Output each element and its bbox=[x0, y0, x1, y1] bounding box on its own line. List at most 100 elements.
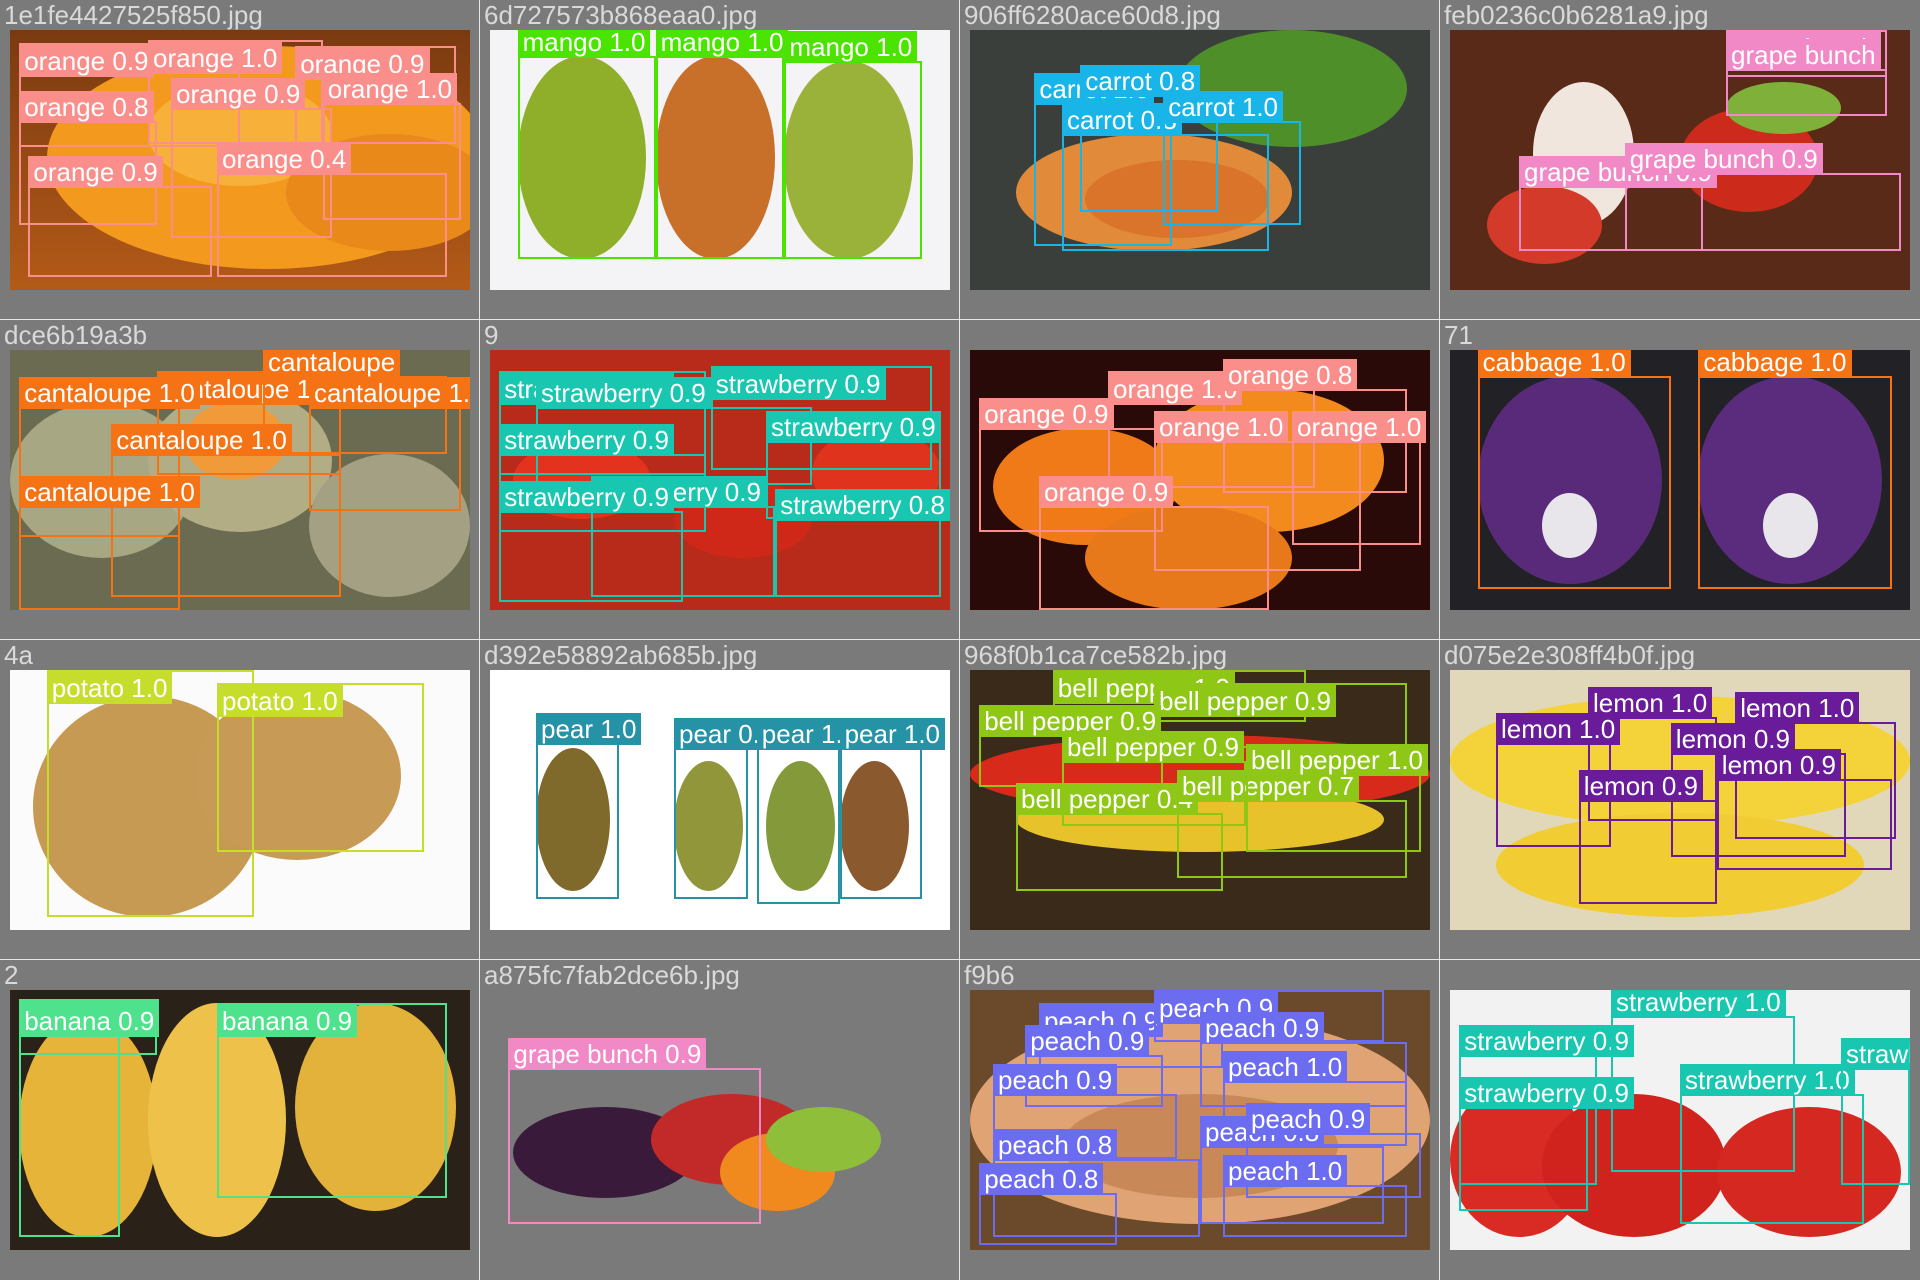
detection-label: peach 1.0 bbox=[1223, 1155, 1348, 1187]
mosaic-tile: 6d727573b868eaa0.jpg mango 1.0 mango 1.0 ma… bbox=[479, 0, 961, 321]
detection-box: banana 0.9 bbox=[217, 1003, 447, 1198]
tile-filename: f9b6 bbox=[964, 960, 1015, 990]
tile-filename: 906ff6280ace60d8.jpg bbox=[964, 0, 1221, 30]
mosaic-tile: 2banana 0.3banana 0.9banana 0.9 bbox=[0, 959, 481, 1280]
detection-label: mango 1.0 bbox=[517, 30, 651, 58]
tile-filename: 6d727573b868eaa0.jpg bbox=[484, 0, 758, 30]
detection-box: pear 1.0 bbox=[536, 712, 642, 899]
tile-filename: 9 bbox=[484, 320, 499, 350]
tile-photo: pear 1.0 pear 0.9 pear 1.0 pear 1.0 bbox=[490, 670, 950, 930]
tile-photo: strawberry 0.8 strawberry 0.9 strawberry 0… bbox=[490, 350, 950, 610]
detection-box: lemon 0.9 bbox=[1578, 770, 1717, 904]
detection-box: strawberry 0.8 bbox=[775, 489, 950, 597]
detection-label: bell pepper 0.4 bbox=[1016, 783, 1199, 815]
tile-filename: 4a bbox=[4, 640, 33, 670]
tile-filename: d392e58892ab685b.jpg bbox=[484, 640, 758, 670]
detection-label: cantaloupe 1.0 bbox=[19, 377, 200, 410]
detection-box: lemon 0.9 bbox=[1716, 749, 1892, 871]
detection-box: peach 1.0 bbox=[1223, 1155, 1407, 1237]
detection-label: potato 1.0 bbox=[217, 685, 343, 717]
tile-photo: cabbage 1.0 cabbage 1.0 bbox=[1450, 350, 1910, 610]
detection-label: grape bunch 0.9 bbox=[1624, 143, 1823, 175]
detection-label: lemon 0.9 bbox=[1578, 770, 1703, 802]
detection-label: orange 1.0 bbox=[1154, 411, 1289, 443]
tile-photo: orange 0.9 orange 1.0 orange 0.9 orange 0.8… bbox=[10, 30, 470, 290]
detection-label: mango 1.0 bbox=[655, 30, 789, 58]
detection-box: mango 1.0 bbox=[655, 30, 789, 259]
detection-box: cabbage 1.0 bbox=[1477, 350, 1671, 590]
detection-label: banana 0.9 bbox=[19, 1005, 160, 1037]
detection-label: peach 0.8 bbox=[979, 1162, 1104, 1195]
tile-filename: a875fc7fab2dce6b.jpg bbox=[484, 960, 740, 990]
detection-label: pear 1.0 bbox=[536, 712, 642, 745]
detection-label: carrot 1.0 bbox=[1163, 91, 1284, 123]
detection-box: pear 1.0 bbox=[756, 718, 863, 904]
detection-label: peach 0.9 bbox=[1246, 1103, 1371, 1135]
detection-box: grape bunch 0.9 bbox=[508, 1038, 762, 1224]
tile-filename: feb0236c0b6281a9.jpg bbox=[1444, 0, 1709, 30]
detection-label: peach 0.9 bbox=[1200, 1012, 1325, 1044]
detection-label: orange 0.9 bbox=[28, 156, 163, 188]
detection-box: orange 0.4 bbox=[217, 143, 447, 277]
detection-label: lemon 1.0 bbox=[1496, 712, 1621, 745]
detection-label: orange 0.9 bbox=[1039, 476, 1174, 508]
detection-box: cabbage 1.0 bbox=[1698, 350, 1892, 590]
detection-label: orange 0.8 bbox=[19, 91, 154, 123]
tile-photo: carrot 1.0carrot 0.8carrot 0.3carrot 1.0 bbox=[970, 30, 1430, 290]
tile-photo: grape bunch 0.9 bbox=[490, 990, 950, 1250]
detection-label: strawberry 1.0 bbox=[1680, 1064, 1855, 1096]
detection-label: orange 0.8 bbox=[1223, 359, 1358, 391]
detection-label: strawberry 0.8 bbox=[775, 489, 950, 521]
tile-filename: dce6b19a3b bbox=[4, 320, 148, 350]
detection-label: peach 0.9 bbox=[1025, 1025, 1150, 1057]
detection-box: mango 1.0 bbox=[784, 31, 923, 259]
detection-label: peach 1.0 bbox=[1223, 1051, 1348, 1083]
detection-label: orange 0.9 bbox=[171, 78, 306, 110]
detection-box: cantaloupe bbox=[263, 350, 447, 454]
detection-label: peach 0.8 bbox=[993, 1129, 1118, 1161]
detection-label: bell pepper 1.0 bbox=[1246, 744, 1429, 776]
mosaic-tile: strawberry 0.9 strawberry 1.0 strawberry 0… bbox=[1439, 959, 1920, 1280]
detection-label: cabbage 1.0 bbox=[1698, 350, 1852, 378]
tile-photo: orange 1.0 orange 0.8 orange 0.9 orange 1.0… bbox=[970, 350, 1430, 610]
detection-label: grape bunch 0.9 bbox=[508, 1038, 707, 1070]
detection-label: cantaloupe 1.0 bbox=[19, 476, 200, 508]
tile-filename: 2 bbox=[4, 960, 19, 990]
detection-box: orange 0.9 bbox=[1039, 476, 1269, 610]
mosaic-tile: 968f0b1ca7ce582b.jpg bell pepper 1.0 bell … bbox=[959, 639, 1441, 961]
detection-label: peach 0.9 bbox=[993, 1064, 1118, 1096]
mosaic-tile: 4a potato 1.0 potato 1.0 bbox=[0, 639, 481, 961]
detection-label: cabbage 1.0 bbox=[1477, 350, 1631, 378]
detection-box: mango 1.0 bbox=[517, 30, 656, 259]
tile-photo: cantaloupe 1.0 cantaloupe 1.0 cantaloupe 1… bbox=[10, 350, 470, 610]
detection-box: grape bunch 0.9 bbox=[1624, 143, 1901, 251]
detection-label: orange 1.0 bbox=[1292, 411, 1427, 443]
detection-box: orange 1.0 bbox=[1292, 411, 1427, 545]
mosaic-tile: d392e58892ab685b.jpg pear 1.0 pear 0.9 pear… bbox=[479, 639, 961, 961]
detection-label: banana 0.9 bbox=[217, 1005, 358, 1037]
detection-label: orange 0.4 bbox=[217, 143, 352, 175]
tile-photo: strawberry 0.9 strawberry 1.0 strawberry 0… bbox=[1450, 990, 1910, 1250]
mosaic-tile: f9b6 peach 0.9 peach 0.9 peach 0.9 peach 0.9… bbox=[959, 959, 1441, 1280]
detection-label: strawberry 0.9 bbox=[710, 367, 886, 400]
detection-box: strawberry 0.9 bbox=[1459, 1077, 1634, 1211]
detection-label: mango 1.0 bbox=[784, 31, 918, 64]
detection-label: strawberry 0.9 bbox=[1459, 1077, 1634, 1109]
detection-box: strawberry 0.9 bbox=[499, 481, 684, 603]
detection-box: peach 0.8 bbox=[979, 1162, 1118, 1245]
detection-label: orange 0.9 bbox=[979, 398, 1114, 430]
detection-label: strawberry 1.0 bbox=[1611, 990, 1786, 1018]
detection-label: orange 1.0 bbox=[322, 72, 458, 105]
detection-box: banana 0.3 bbox=[19, 999, 160, 1237]
mosaic-tile: dce6b19a3b cantaloupe 1.0 cantaloupe 1.0 ca… bbox=[0, 319, 481, 641]
detection-label: orange 0.9 bbox=[19, 45, 154, 77]
tile-photo: bell pepper 1.0 bell pepper 0.9 bell peppe… bbox=[970, 670, 1430, 930]
mosaic-tile: 71 cabbage 1.0 cabbage 1.0 bbox=[1439, 319, 1920, 641]
mosaic-tile: a875fc7fab2dce6b.jpg grape bunch 0.9 bbox=[479, 959, 961, 1280]
detection-label: pear 1.0 bbox=[839, 718, 945, 750]
tile-filename: d075e2e308ff4b0f.jpg bbox=[1444, 640, 1696, 670]
tile-photo: peach 0.9 peach 0.9 peach 0.9 peach 0.9 peac… bbox=[970, 990, 1430, 1250]
mosaic-tile: orange 1.0 orange 0.8 orange 0.9 orange 1.0… bbox=[959, 319, 1441, 641]
detection-label: lemon 1.0 bbox=[1735, 692, 1860, 724]
detection-box: grape bunch bbox=[1726, 39, 1887, 116]
